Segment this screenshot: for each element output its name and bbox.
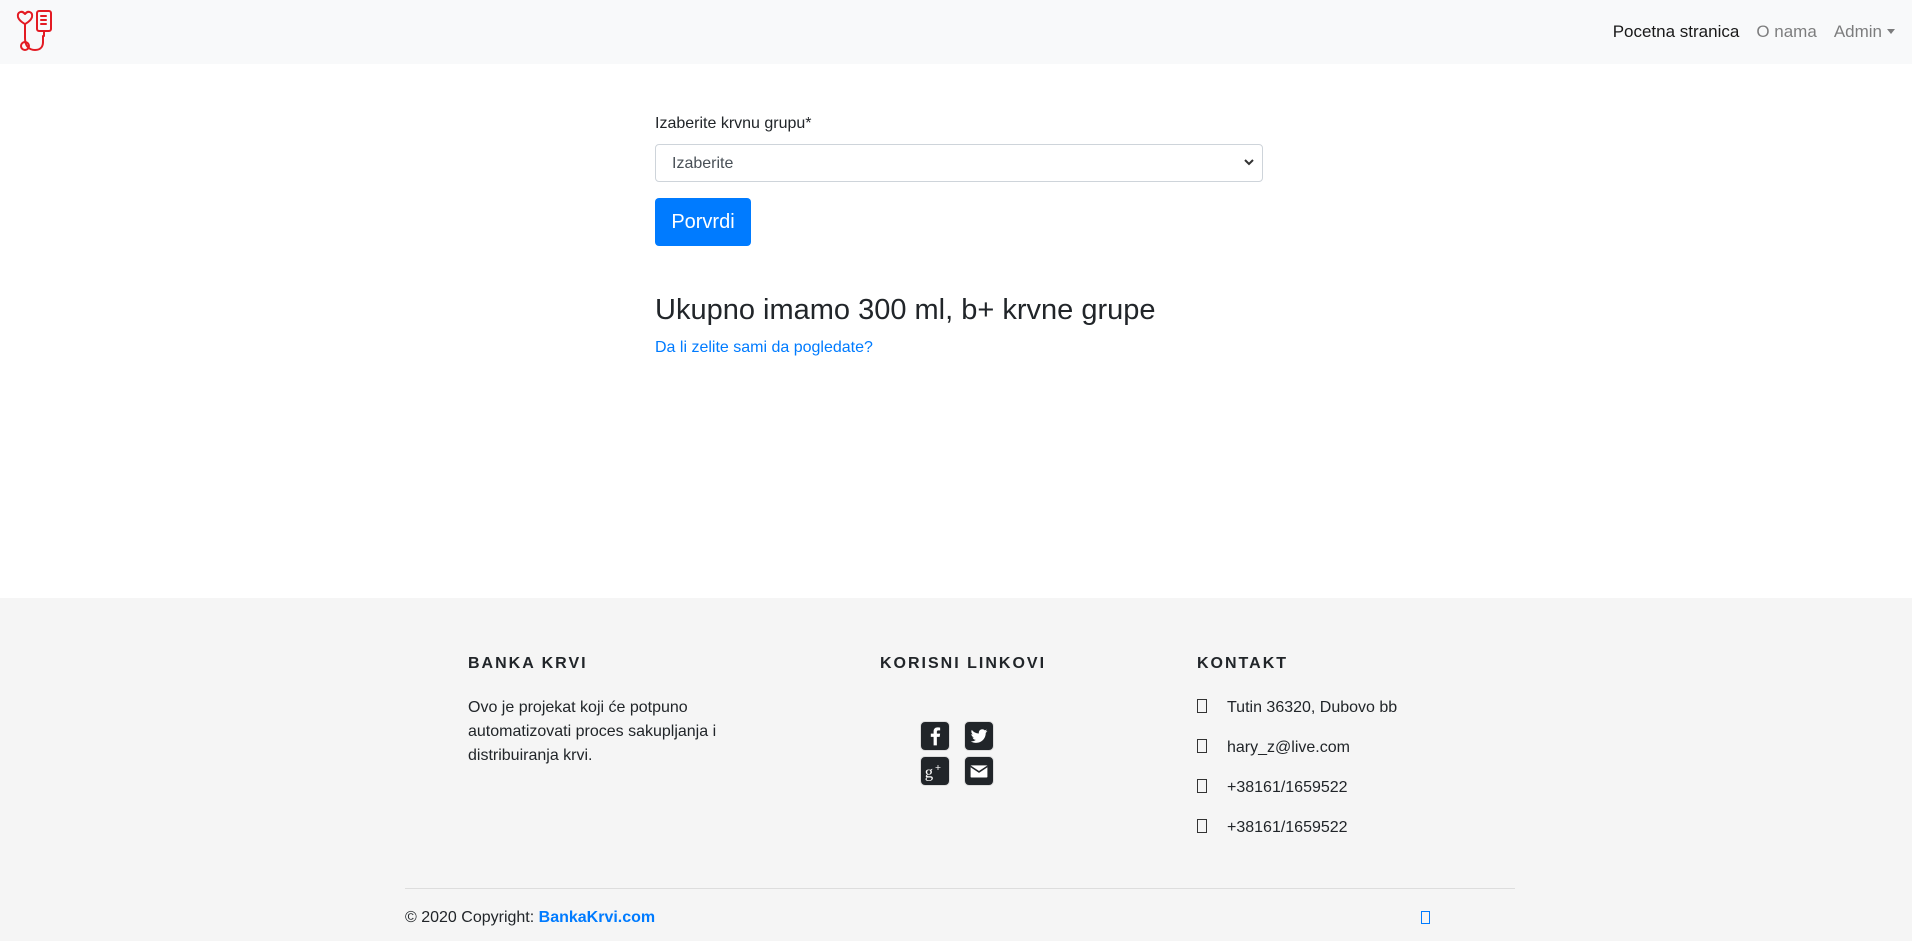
view-yourself-link[interactable]: Da li zelite sami da pogledate? [655,339,873,357]
scroll-top-icon[interactable] [1421,911,1430,924]
nav-home[interactable]: Pocetna stranica [1613,22,1740,42]
nav-admin-dropdown[interactable]: Admin [1834,22,1895,42]
blood-group-select[interactable]: Izaberite [655,144,1263,182]
copyright: © 2020 Copyright: BankaKrvi.com [405,909,655,927]
blood-group-label: Izaberite krvnu grupu* [655,115,812,132]
svg-text:g: g [925,763,934,782]
mail-icon [1197,739,1207,753]
copyright-link[interactable]: BankaKrvi.com [539,909,656,926]
email-text: hary_z@live.com [1227,739,1350,756]
google-plus-icon[interactable]: g + [920,756,950,786]
about-title: BANKA KRVI [468,655,588,672]
caret-down-icon [1887,29,1895,34]
envelope-icon[interactable] [964,756,994,786]
phone-icon [1197,779,1207,793]
copyright-prefix: © 2020 Copyright: [405,909,535,926]
about-text: Ovo je projekat koji će potpuno automati… [468,699,717,764]
contact-phone: +38161/1659522 [1197,779,1348,797]
phone-text: +38161/1659522 [1227,779,1348,796]
nav-admin-label: Admin [1833,22,1882,41]
phone-2-text: +38161/1659522 [1227,819,1348,836]
select-value: Izaberite [672,155,734,172]
blood-bank-logo[interactable] [15,8,59,54]
submit-button[interactable]: Porvrdi [655,198,751,246]
home-icon [1197,699,1207,713]
twitter-icon[interactable] [964,721,994,751]
facebook-icon[interactable] [920,721,950,751]
address-text: Tutin 36320, Dubovo bb [1227,699,1398,716]
nav-about[interactable]: O nama [1756,22,1816,42]
footer: BANKA KRVI Ovo je projekat koji će potpu… [0,598,1912,941]
print-icon [1197,819,1207,833]
contact-title: KONTAKT [1197,655,1289,672]
contact-email: hary_z@live.com [1197,739,1350,757]
result-heading: Ukupno imamo 300 ml, b+ krvne grupe [655,294,1156,326]
footer-divider [405,888,1515,889]
chevron-down-icon [1244,159,1254,166]
nav-links: Pocetna stranica O nama Admin [1596,0,1895,64]
svg-text:+: + [935,763,941,774]
navbar: Pocetna stranica O nama Admin [0,0,1912,64]
contact-address: Tutin 36320, Dubovo bb [1197,699,1397,717]
contact-phone-2: +38161/1659522 [1197,819,1348,837]
useful-links-title: KORISNI LINKOVI [880,655,1047,672]
